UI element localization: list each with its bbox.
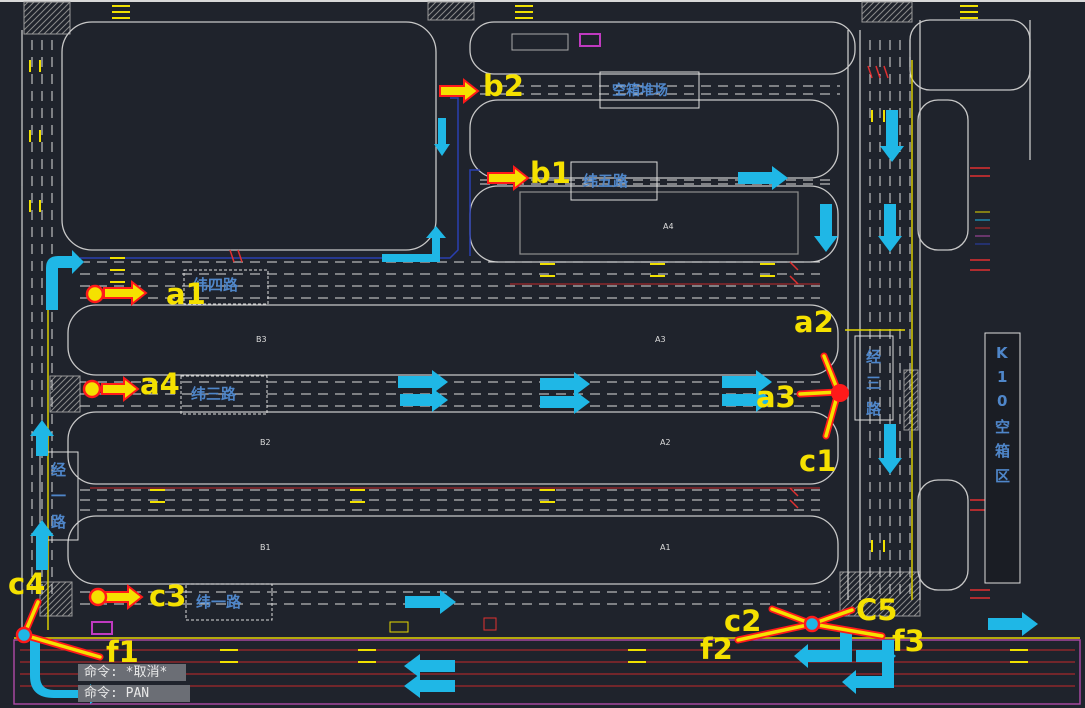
marker-label-a4: a4 — [140, 367, 180, 401]
legend-lines — [975, 211, 990, 245]
marker-label-a1: a1 — [166, 277, 206, 311]
marker-label-f3: f3 — [892, 624, 925, 658]
area-label-empty-yard: 空箱堆场 — [612, 82, 668, 99]
marker-label-c1: c1 — [799, 444, 836, 478]
navy-routes — [80, 97, 480, 259]
block-label: B2 — [260, 438, 271, 447]
marker-labels: a1 a4 c3 b2 b1 a2 a3 c1 c4 f1 c2 C5 f2 f… — [8, 69, 925, 669]
annotation-arrows — [101, 77, 530, 611]
lane-markings — [29, 5, 1028, 663]
road-label-wei3: 纬三路 — [191, 385, 237, 403]
area-label-k10-char: 空 — [995, 418, 1010, 436]
small-symbols — [91, 33, 601, 635]
area-label-k10-char: 0 — [997, 392, 1007, 410]
lane-lines — [80, 85, 840, 605]
marker-label-b2: b2 — [483, 69, 524, 103]
cad-canvas[interactable]: 纬四路 纬三路 纬一路 纬五路 空箱堆场 经 一 路 经 三 路 K 1 0 空… — [0, 0, 1085, 708]
marker-label-a3: a3 — [756, 380, 796, 414]
road-label-jing1-char: 路 — [51, 513, 67, 531]
area-label-k10-char: 1 — [997, 368, 1007, 386]
origin-dots — [15, 284, 849, 644]
road-label-jing3-char: 三 — [866, 374, 881, 392]
marker-label-b1: b1 — [530, 156, 571, 190]
area-label-k10-char: 区 — [995, 467, 1010, 485]
block-label: A1 — [660, 543, 671, 552]
command-line-input[interactable]: 命令: PAN — [78, 685, 190, 702]
road-label-wei1: 纬一路 — [196, 593, 242, 611]
road-label-jing3-char: 路 — [866, 400, 882, 418]
yard-plan: 纬四路 纬三路 纬一路 纬五路 空箱堆场 经 一 路 经 三 路 K 1 0 空… — [0, 0, 1085, 705]
area-label-k10-char: 箱 — [995, 442, 1010, 460]
road-label-jing1-char: 经 — [51, 461, 66, 479]
marker-label-c3: c3 — [149, 579, 186, 613]
area-label-k10-char: K — [996, 344, 1009, 362]
block-label: B1 — [260, 543, 271, 552]
block-label: A2 — [660, 438, 671, 447]
command-history-line: 命令: *取消* — [78, 664, 186, 681]
marker-label-c5: C5 — [856, 593, 897, 627]
marker-label-c4: c4 — [8, 567, 45, 601]
marker-label-f2: f2 — [700, 632, 733, 666]
road-label-jing1-char: 一 — [51, 487, 66, 505]
marker-label-a2: a2 — [794, 305, 834, 339]
block-label: A3 — [655, 335, 666, 344]
block-label: A4 — [663, 222, 674, 231]
block-label: B3 — [256, 335, 267, 344]
block-outlines — [21, 19, 1031, 630]
red-stripe-markings — [229, 65, 990, 599]
road-label-jing3-char: 经 — [866, 348, 881, 366]
road-label-wei5: 纬五路 — [583, 172, 629, 190]
